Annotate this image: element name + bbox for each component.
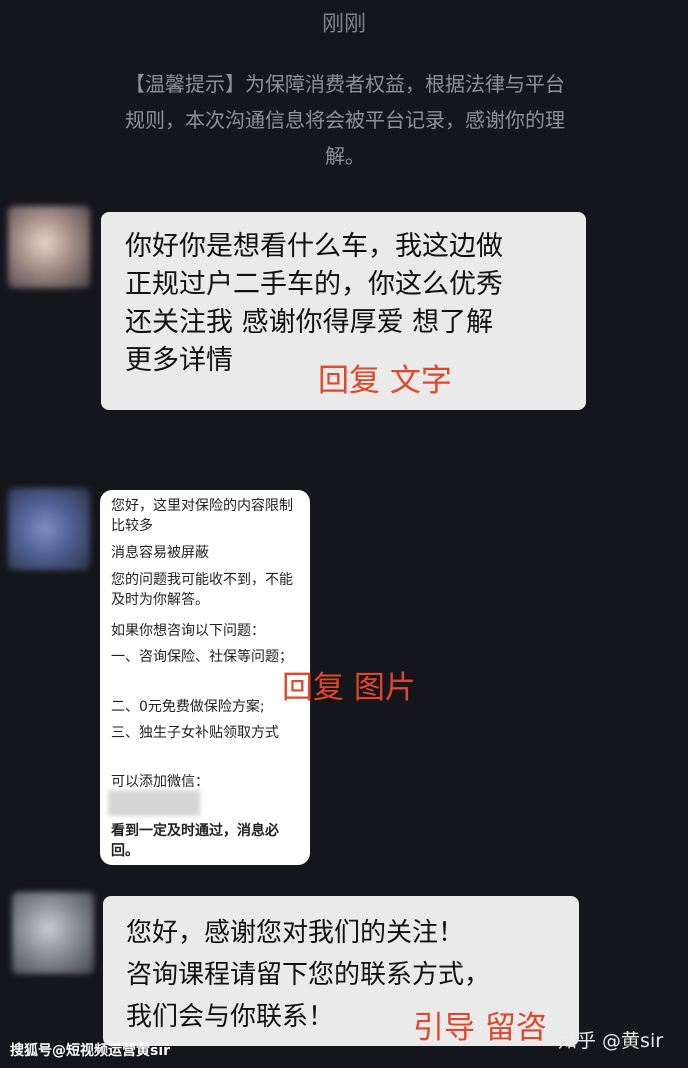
watermark-zhihu: 知乎 @黄sir bbox=[558, 1030, 664, 1052]
annotation-guide-leave: 引导 留咨 bbox=[413, 1010, 547, 1046]
system-notice: 【温馨提示】为保障消费者权益，根据法律与平台 规则，本次沟通信息将会被平台记录，… bbox=[80, 66, 610, 174]
message-line: 您好，感谢您对我们的关注！ bbox=[126, 918, 465, 948]
annotation-reply-text: 回复 文字 bbox=[318, 363, 452, 399]
image-text-line: 您的问题我可能收不到，不能及时为你解答。 bbox=[111, 572, 293, 608]
message-line: 咨询课程请留下您的联系方式， bbox=[126, 960, 491, 990]
annotation-reply-image: 回复 图片 bbox=[282, 670, 416, 706]
image-text-line: 看到一定及时通过，消息必回。 bbox=[111, 823, 279, 859]
image-text-line: 可以添加微信： bbox=[111, 774, 209, 790]
message-line: 正规过户二手车的，你这么优秀 bbox=[125, 269, 503, 300]
avatar[interactable] bbox=[12, 892, 94, 974]
message-image[interactable]: 您好，这里对保险的内容限制比较多 消息容易被屏蔽 您的问题我可能收不到，不能及时… bbox=[100, 490, 310, 865]
image-text-line: 一、咨询保险、社保等问题； bbox=[111, 649, 293, 665]
notice-line-2: 规则，本次沟通信息将会被平台记录，感谢你的理 bbox=[125, 108, 565, 132]
image-text-line: 三、独生子女补贴领取方式 bbox=[111, 725, 279, 741]
image-text-line: 二、0元免费做保险方案; bbox=[111, 699, 265, 715]
avatar[interactable] bbox=[8, 488, 90, 570]
notice-line-1: 【温馨提示】为保障消费者权益，根据法律与平台 bbox=[125, 72, 565, 96]
message-line: 还关注我 感谢你得厚爱 想了解 bbox=[125, 307, 494, 338]
notice-line-3: 解。 bbox=[325, 144, 365, 168]
message-line: 你好你是想看什么车，我这边做 bbox=[125, 231, 503, 262]
image-text-line: 如果你想咨询以下问题： bbox=[111, 623, 265, 639]
blurred-wechat-id bbox=[108, 790, 200, 816]
image-text-line: 消息容易被屏蔽 bbox=[111, 545, 209, 561]
image-text-line: 您好，这里对保险的内容限制比较多 bbox=[111, 498, 293, 534]
watermark-sohu: 搜狐号@短视频运营黄sir bbox=[10, 1043, 171, 1059]
message-timestamp: 刚刚 bbox=[321, 12, 366, 37]
avatar[interactable] bbox=[8, 206, 90, 288]
